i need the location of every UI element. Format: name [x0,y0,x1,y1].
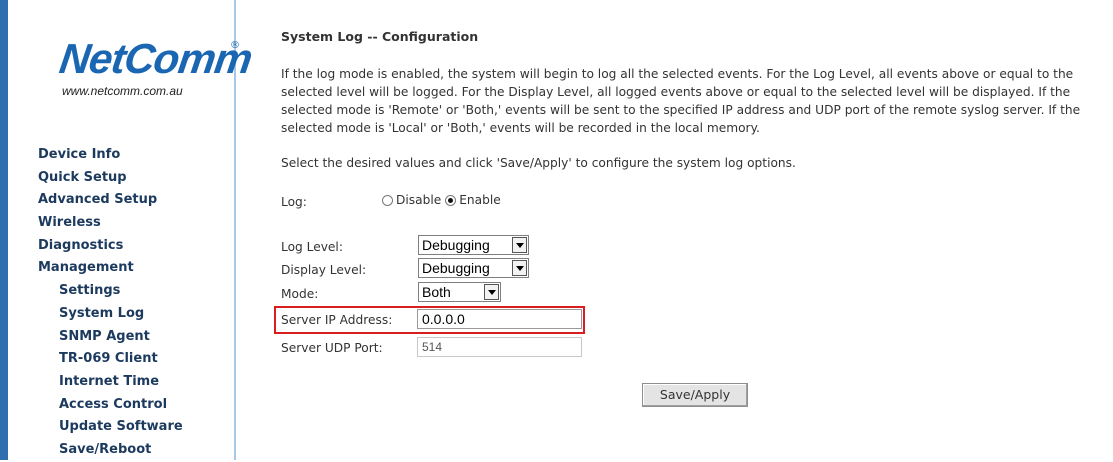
highlight-box [274,306,585,334]
nav-settings[interactable]: Settings [38,280,183,303]
left-accent-bar [0,0,8,460]
logo-url: www.netcomm.com.au [62,84,183,98]
display-level-label: Display Level: [281,263,367,277]
log-disable-radio[interactable] [382,194,393,206]
display-level-select[interactable]: Debugging [418,258,529,278]
description-text: If the log mode is enabled, the system w… [281,67,1081,135]
display-level-value: Debugging [422,260,490,276]
log-disable-label: Disable [396,193,442,207]
nav-internet-time[interactable]: Internet Time [38,371,183,394]
page-title: System Log -- Configuration [281,29,479,44]
server-port-label: Server UDP Port: [281,341,383,355]
log-level-select[interactable]: Debugging [418,235,529,255]
logo-registered-mark: ® [230,40,240,51]
sidebar: NetComm ® www.netcomm.com.au Device Info… [8,0,255,462]
nav-quick-setup[interactable]: Quick Setup [38,167,183,190]
mode-select[interactable]: Both [418,282,501,302]
chevron-down-icon [512,237,527,253]
chevron-down-icon [484,284,499,300]
mode-value: Both [422,284,451,300]
nav-save-reboot[interactable]: Save/Reboot [38,439,183,462]
nav-menu: Device Info Quick Setup Advanced Setup W… [38,144,183,462]
log-enable-radio[interactable] [445,194,457,206]
chevron-down-icon [512,260,527,276]
nav-tr069-client[interactable]: TR-069 Client [38,348,183,371]
nav-diagnostics[interactable]: Diagnostics [38,235,183,258]
log-enable-label: Enable [459,193,501,207]
logo-text: NetComm [56,35,255,82]
nav-wireless[interactable]: Wireless [38,212,183,235]
log-radio-group: Disable Enable [382,193,505,207]
netcomm-logo: NetComm ® www.netcomm.com.au [57,35,255,108]
log-level-label: Log Level: [281,240,343,254]
nav-system-log[interactable]: System Log [38,303,183,326]
save-apply-button[interactable]: Save/Apply [642,383,748,407]
nav-snmp-agent[interactable]: SNMP Agent [38,326,183,349]
log-label: Log: [281,195,307,209]
mode-label: Mode: [281,287,319,301]
nav-update-software[interactable]: Update Software [38,416,183,439]
log-level-value: Debugging [422,237,490,253]
server-port-input[interactable]: 514 [417,337,582,357]
nav-device-info[interactable]: Device Info [38,144,183,167]
nav-access-control[interactable]: Access Control [38,394,183,417]
nav-management[interactable]: Management [38,257,183,280]
instruction-text: Select the desired values and click 'Sav… [281,156,796,170]
nav-advanced-setup[interactable]: Advanced Setup [38,189,183,212]
